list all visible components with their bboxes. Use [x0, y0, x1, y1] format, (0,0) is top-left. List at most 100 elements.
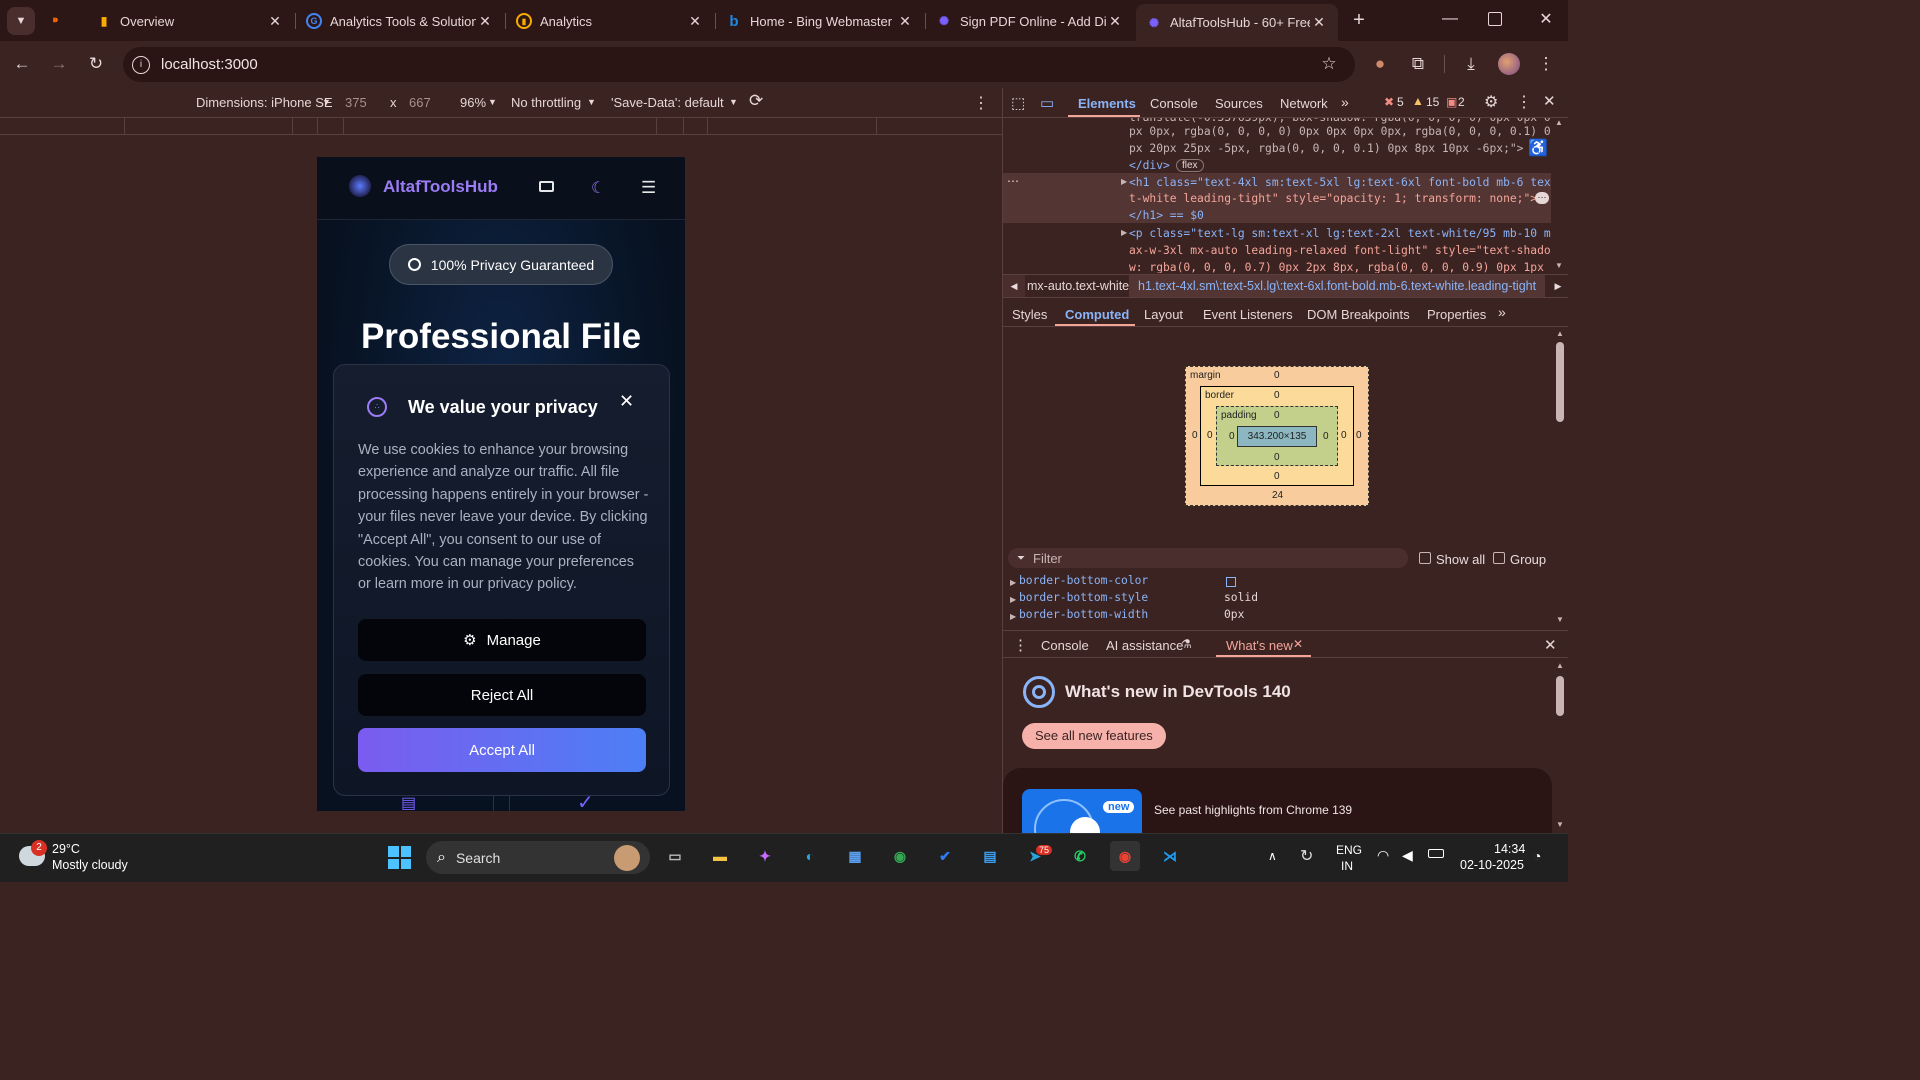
close-tab-icon[interactable]: ✕	[686, 13, 704, 30]
tab-search-button[interactable]: ▼	[7, 7, 35, 35]
flex-badge[interactable]: flex	[1176, 159, 1204, 172]
dimensions-select[interactable]: Dimensions: iPhone SE	[196, 95, 333, 110]
manage-button[interactable]: ⚙ Manage	[358, 619, 646, 661]
prop-name[interactable]: border-bottom-style	[1019, 590, 1148, 607]
zoom-select[interactable]: 96%	[460, 95, 486, 110]
media-query-ruler[interactable]	[0, 117, 1002, 135]
dom-tree[interactable]: translate(-0.337639px); box-shadow: rgba…	[1003, 118, 1551, 273]
subtab-styles[interactable]: Styles	[1012, 307, 1047, 322]
close-tab-icon[interactable]: ✕	[896, 13, 914, 30]
tab-bing-webmaster[interactable]: b Home - Bing Webmaster ✕	[716, 6, 924, 36]
extensions-icon[interactable]: ⧉	[1405, 51, 1431, 77]
file-explorer-icon[interactable]: ▬	[705, 841, 735, 871]
dom-line-h1[interactable]: t-white leading-tight" style="opacity: 1…	[1129, 191, 1537, 208]
task-view-icon[interactable]: ▭	[660, 841, 690, 871]
chrome-active-icon[interactable]: ◉	[1110, 841, 1140, 871]
save-data-select[interactable]: 'Save-Data': default	[611, 95, 724, 110]
tab-sign-pdf[interactable]: ✺ Sign PDF Online - Add Di ✕	[926, 6, 1134, 36]
drawer-tab-ai-assistance[interactable]: AI assistance	[1106, 638, 1183, 653]
bookmark-star-icon[interactable]: ☆	[1316, 51, 1342, 77]
sync-icon[interactable]: ↻	[1300, 846, 1313, 866]
past-highlights-text[interactable]: See past highlights from Chrome 139	[1154, 803, 1352, 817]
store-icon[interactable]: ▦	[840, 841, 870, 871]
moon-icon[interactable]: ☾	[591, 178, 605, 198]
show-hidden-icons-icon[interactable]: ∧	[1268, 849, 1277, 863]
wifi-icon[interactable]: ◠	[1377, 847, 1389, 864]
rotate-icon[interactable]: ⟳	[749, 91, 763, 111]
site-brand[interactable]: AltafToolsHub	[383, 177, 498, 197]
show-all-label[interactable]: Show all	[1436, 552, 1485, 567]
close-devtools-icon[interactable]: ✕	[1543, 92, 1556, 110]
inspect-element-icon[interactable]: ⬚	[1011, 94, 1025, 112]
box-model-padding[interactable]: padding 0 0 0 0 343.200×135	[1216, 406, 1338, 466]
throttling-select[interactable]: No throttling	[511, 95, 581, 110]
site-info-icon[interactable]: i	[132, 55, 150, 74]
download-icon[interactable]: ⤓	[1458, 51, 1484, 77]
filter-input[interactable]: ⏷ Filter	[1008, 548, 1408, 568]
breadcrumb-right-arrow[interactable]: ▶	[1548, 275, 1568, 297]
drawer-menu-icon[interactable]: ⋮	[1013, 636, 1028, 654]
dom-line[interactable]: px 20px 25px -5px, rgba(0, 0, 0, 0.1) 0p…	[1129, 141, 1523, 158]
drawer-tab-whats-new[interactable]: What's new	[1226, 638, 1293, 653]
dom-line-h1-close[interactable]: </h1> == $0	[1129, 208, 1204, 225]
tab-analytics[interactable]: ▮ Analytics ✕	[506, 6, 714, 36]
ellipsis-icon[interactable]: ⋯	[1007, 174, 1019, 188]
subtab-computed[interactable]: Computed	[1065, 307, 1129, 322]
subtab-event-listeners[interactable]: Event Listeners	[1203, 307, 1293, 322]
tab-sources[interactable]: Sources	[1215, 96, 1263, 111]
accessibility-icon[interactable]: ♿	[1528, 138, 1548, 158]
forward-icon[interactable]: →	[46, 51, 72, 77]
height-input[interactable]: 667	[409, 95, 431, 110]
tab-group-icon[interactable]: ⁍	[52, 12, 68, 28]
warning-count[interactable]: 15	[1426, 95, 1439, 109]
close-tab-icon[interactable]: ✕	[1293, 637, 1303, 651]
dom-line[interactable]: px 0px, rgba(0, 0, 0, 0) 0px 0px 0px 0px…	[1129, 124, 1551, 141]
taskbar-search-box[interactable]: ⌕ Search	[426, 841, 650, 874]
prop-value[interactable]: solid	[1224, 590, 1258, 607]
site-logo-icon[interactable]	[349, 175, 371, 197]
close-window-button[interactable]: ✕	[1536, 9, 1556, 29]
prop-name[interactable]: border-bottom-color	[1019, 573, 1148, 590]
group-checkbox[interactable]	[1493, 552, 1505, 564]
minimize-button[interactable]: —	[1440, 10, 1460, 28]
issues-count[interactable]: 2	[1458, 95, 1465, 109]
chrome-icon[interactable]: ◉	[885, 841, 915, 871]
show-all-checkbox[interactable]	[1419, 552, 1431, 564]
back-icon[interactable]: ←	[9, 51, 35, 77]
whatsapp-icon[interactable]: ✆	[1065, 841, 1095, 871]
box-model-margin[interactable]: margin 0 0 0 24 border 0 0 0 0 padding 0…	[1185, 366, 1369, 506]
tab-analytics-tools[interactable]: G Analytics Tools & Solution ✕	[296, 6, 504, 36]
url-text[interactable]: localhost:3000	[161, 56, 258, 73]
profile-avatar[interactable]	[1498, 53, 1520, 75]
address-bar[interactable]: i localhost:3000	[123, 47, 1355, 82]
weather-desc[interactable]: Mostly cloudy	[52, 858, 128, 872]
reject-all-button[interactable]: Reject All	[358, 674, 646, 716]
subtab-dom-breakpoints[interactable]: DOM Breakpoints	[1307, 307, 1410, 322]
width-input[interactable]: 375	[345, 95, 367, 110]
dom-line-p[interactable]: w: rgba(0, 0, 0, 0.7) 0px 2px 8px, rgba(…	[1129, 260, 1544, 273]
device-toggle-icon[interactable]: ▭	[1040, 94, 1054, 112]
breadcrumb-left-arrow[interactable]: ◀	[1003, 275, 1025, 297]
expand-arrow-icon[interactable]: ▶	[1010, 612, 1016, 621]
notes-icon[interactable]: ▤	[975, 841, 1005, 871]
drawer-scrollbar-thumb[interactable]	[1556, 676, 1564, 716]
computed-scrollbar-thumb[interactable]	[1556, 342, 1564, 422]
copilot-icon[interactable]: ✦	[750, 841, 780, 871]
battery-icon[interactable]	[1428, 849, 1444, 858]
more-tabs-icon[interactable]: »	[1341, 94, 1349, 110]
more-subtabs-icon[interactable]: »	[1498, 304, 1506, 320]
notification-bell-icon[interactable]: ◔	[1533, 848, 1541, 864]
new-tab-button[interactable]: +	[1348, 9, 1370, 31]
warning-icon[interactable]: ▲	[1412, 94, 1424, 108]
close-drawer-icon[interactable]: ✕	[1544, 636, 1557, 654]
dom-line-p[interactable]: <p class="text-lg sm:text-xl lg:text-2xl…	[1129, 226, 1551, 243]
box-model-content[interactable]: 343.200×135	[1237, 426, 1317, 447]
reload-icon[interactable]: ↻	[83, 51, 109, 77]
subtab-properties[interactable]: Properties	[1427, 307, 1486, 322]
tab-elements[interactable]: Elements	[1078, 96, 1136, 111]
tab-overview[interactable]: ▮ Overview ✕	[86, 6, 294, 36]
past-highlights-card[interactable]: new See past highlights from Chrome 139	[1003, 768, 1552, 839]
group-label[interactable]: Group	[1510, 552, 1546, 567]
device-more-icon[interactable]: ⋮	[973, 93, 989, 113]
volume-icon[interactable]: ◀	[1402, 847, 1413, 864]
